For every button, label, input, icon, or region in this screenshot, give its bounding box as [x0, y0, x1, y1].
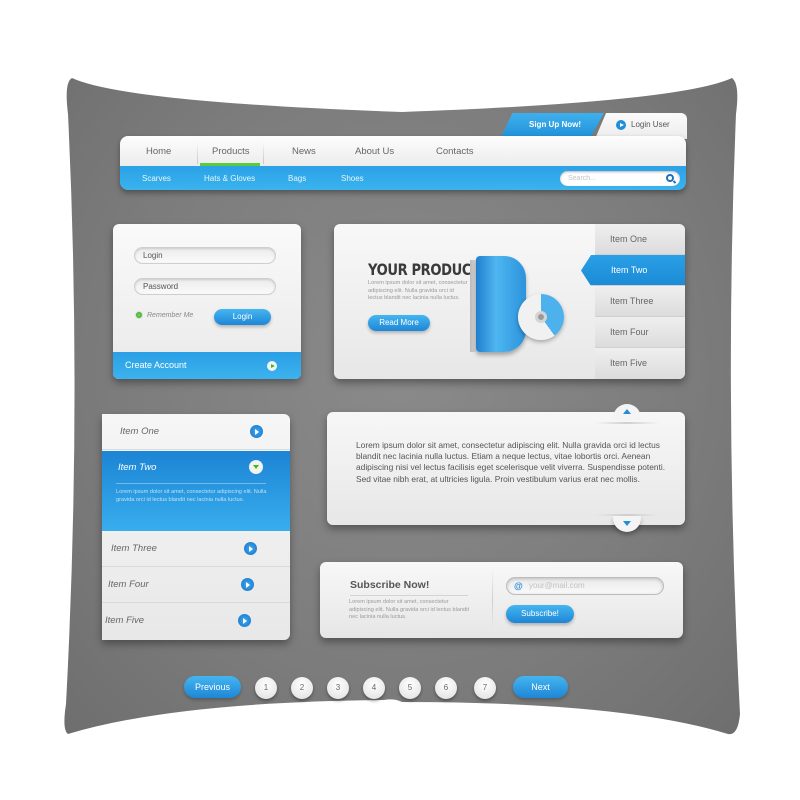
page-button-1[interactable]: 1 — [255, 677, 277, 699]
divider — [116, 483, 266, 484]
subnav-item-scarves[interactable]: Scarves — [142, 174, 171, 183]
vertical-divider — [492, 568, 493, 632]
play-circle-icon — [238, 614, 251, 627]
page-button-2[interactable]: 2 — [291, 677, 313, 699]
play-circle-icon — [244, 542, 257, 555]
create-account-button[interactable]: Create Account — [113, 352, 301, 379]
accordion-item-label: Item One — [120, 426, 160, 437]
navigation-bar: Home Products News About Us Contacts Sca… — [120, 136, 686, 190]
subscribe-description: Lorem ipsum dolor sit amet, consectetur … — [349, 599, 470, 621]
accordion-item-open[interactable]: Item Two Lorem ipsum dolor sit amet, con… — [102, 451, 290, 531]
search-placeholder: Search... — [568, 175, 597, 182]
sub-nav: Scarves Hats & Gloves Bags Shoes Search.… — [120, 166, 686, 190]
accordion-item-label: Item Two — [118, 462, 157, 473]
page-button-3[interactable]: 3 — [327, 677, 349, 699]
product-title: YOUR PRODUCT — [368, 260, 480, 279]
next-button[interactable]: Next — [513, 676, 568, 698]
box-case — [476, 256, 526, 352]
product-panel: YOUR PRODUCT Lorem ipsum dolor sit amet,… — [334, 224, 685, 379]
divider — [350, 595, 468, 596]
text-panel-body: Lorem ipsum dolor sit amet, consectetur … — [356, 440, 666, 484]
play-circle-icon — [241, 578, 254, 591]
subnav-item-bags[interactable]: Bags — [288, 174, 306, 183]
nav-separator — [263, 142, 264, 164]
accordion-item-label: Item Four — [108, 579, 149, 590]
page-button-4[interactable]: 4 — [363, 677, 385, 699]
login-panel: Login Password Remember Me Login Create … — [113, 224, 301, 379]
previous-button[interactable]: Previous — [184, 676, 241, 698]
product-menu: Item One Item Two Item Three Item Four I… — [581, 224, 685, 379]
nav-item-products[interactable]: Products — [212, 146, 250, 157]
subscribe-panel: Subscribe Now! Lorem ipsum dolor sit ame… — [320, 562, 683, 638]
play-circle-icon — [267, 361, 277, 371]
product-menu-item[interactable]: Item Four — [595, 317, 685, 348]
remember-me-toggle[interactable]: Remember Me — [135, 311, 193, 319]
at-sign-icon: @ — [514, 581, 523, 591]
email-placeholder: your@mail.com — [529, 581, 585, 590]
page-button-7[interactable]: 7 — [474, 677, 496, 699]
scroll-track — [595, 422, 659, 424]
software-box-image — [470, 256, 528, 354]
accordion-item[interactable]: Item One — [102, 414, 290, 450]
accordion-item[interactable]: Item Five — [102, 603, 290, 639]
page-button-5[interactable]: 5 — [399, 677, 421, 699]
search-input[interactable]: Search... — [560, 171, 680, 186]
search-icon[interactable] — [666, 174, 674, 182]
accordion-item-label: Item Three — [111, 543, 157, 554]
disc-image — [518, 294, 564, 340]
nav-item-news[interactable]: News — [292, 146, 316, 157]
subnav-item-shoes[interactable]: Shoes — [341, 174, 364, 183]
accordion-item[interactable]: Item Four — [102, 567, 290, 603]
play-circle-icon — [616, 120, 626, 130]
radio-green-icon[interactable] — [135, 311, 143, 319]
create-account-label: Create Account — [125, 360, 187, 370]
subscribe-title: Subscribe Now! — [350, 579, 430, 591]
product-menu-item[interactable]: Item Three — [595, 286, 685, 317]
play-circle-icon — [250, 425, 263, 438]
subnav-item-hats-gloves[interactable]: Hats & Gloves — [204, 174, 255, 183]
login-user-label: Login User — [631, 120, 670, 129]
email-field[interactable]: @ your@mail.com — [506, 577, 664, 595]
main-nav: Home Products News About Us Contacts — [120, 136, 686, 166]
accordion-item-label: Item Five — [105, 615, 145, 626]
accordion-menu: Item One Item Two Lorem ipsum dolor sit … — [102, 414, 290, 640]
subscribe-button[interactable]: Subscribe! — [506, 605, 574, 623]
product-menu-item-active[interactable]: Item Two — [581, 255, 685, 286]
nav-item-about-us[interactable]: About Us — [355, 146, 394, 157]
chevron-down-circle-icon[interactable] — [249, 460, 263, 474]
product-menu-item[interactable]: Item Five — [595, 348, 685, 379]
login-button[interactable]: Login — [214, 309, 271, 325]
accordion-item[interactable]: Item Three — [102, 531, 290, 567]
page-button-6[interactable]: 6 — [435, 677, 457, 699]
nav-item-contacts[interactable]: Contacts — [436, 146, 474, 157]
product-description: Lorem ipsum dolor sit amet, consectetur … — [368, 280, 468, 302]
nav-separator — [197, 142, 198, 164]
password-field[interactable]: Password — [134, 278, 276, 295]
read-more-button[interactable]: Read More — [368, 315, 430, 331]
remember-me-label: Remember Me — [147, 311, 194, 319]
login-field[interactable]: Login — [134, 247, 276, 264]
product-menu-item[interactable]: Item One — [595, 224, 685, 255]
accordion-open-description: Lorem ipsum dolor sit amet, consectetur … — [116, 489, 267, 503]
scrollable-text-panel: Lorem ipsum dolor sit amet, consectetur … — [327, 404, 685, 532]
nav-item-home[interactable]: Home — [146, 146, 171, 157]
